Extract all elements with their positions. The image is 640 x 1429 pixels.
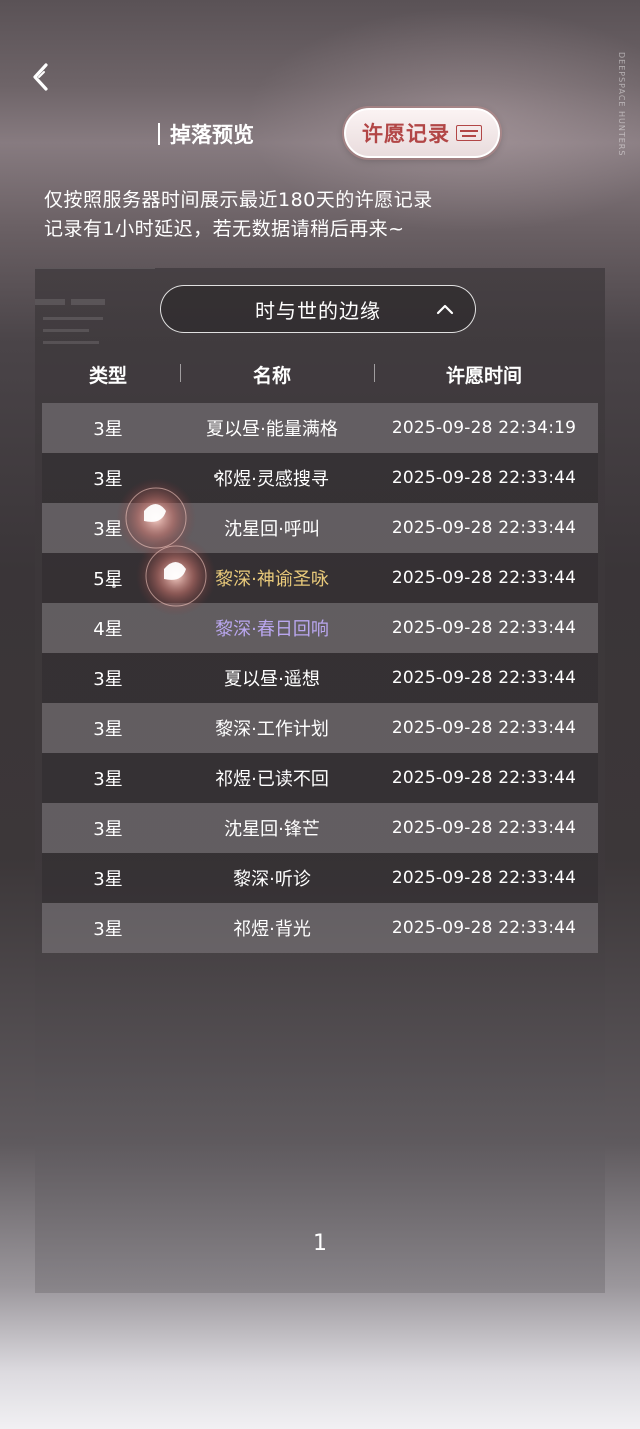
cell-type: 3星 <box>93 819 123 840</box>
cell-type: 5星 <box>93 569 123 590</box>
cell-time: 2025-09-28 22:33:44 <box>391 918 577 938</box>
pool-selector-value: 时与世的边缘 <box>255 298 381 323</box>
cell-name: 夏以昼·能量满格 <box>206 419 338 440</box>
cell-type: 3星 <box>93 919 123 940</box>
pagination-current[interactable]: 1 <box>300 1226 340 1262</box>
cell-type: 3星 <box>93 719 123 740</box>
notice-line-2: 记录有1小时延迟，若无数据请稍后再来~ <box>44 218 405 240</box>
cell-time: 2025-09-28 22:33:44 <box>391 518 577 538</box>
header-name: 名称 <box>252 364 291 387</box>
cell-type: 3星 <box>93 769 123 790</box>
chevron-up-icon <box>436 304 454 315</box>
pool-selector[interactable]: 时与世的边缘 <box>160 285 476 333</box>
header-type: 类型 <box>88 364 127 387</box>
table-header: 类型 名称 许愿时间 <box>42 352 598 396</box>
cell-time: 2025-09-28 22:33:44 <box>391 618 577 638</box>
cell-time: 2025-09-28 22:33:44 <box>391 668 577 688</box>
cell-type: 3星 <box>93 669 123 690</box>
cell-name: 黎深·听诊 <box>233 869 311 890</box>
cell-name: 沈星回·呼叫 <box>224 519 320 540</box>
cell-type: 4星 <box>93 619 123 640</box>
table-row[interactable]: 3星 黎深·工作计划 2025-09-28 22:33:44 <box>42 703 598 753</box>
cell-name: 祁煜·已读不回 <box>215 769 329 790</box>
table-row[interactable]: 4星 黎深·春日回响 2025-09-28 22:33:44 <box>42 603 598 653</box>
table-row[interactable]: 3星 沈星回·呼叫 2025-09-28 22:33:44 <box>42 503 598 553</box>
cell-time: 2025-09-28 22:33:44 <box>391 818 577 838</box>
tab-divider <box>158 123 160 145</box>
back-button[interactable] <box>26 60 56 94</box>
cell-time: 2025-09-28 22:33:44 <box>391 718 577 738</box>
stamp-icon <box>456 125 482 141</box>
cell-name: 祁煜·背光 <box>233 919 311 940</box>
cell-type: 3星 <box>93 869 123 890</box>
table-row[interactable]: 5星 黎深·神谕圣咏 2025-09-28 22:33:44 <box>42 553 598 603</box>
panel-decoration <box>35 268 155 358</box>
chevron-left-icon <box>33 63 48 91</box>
table-row[interactable]: 3星 沈星回·锋芒 2025-09-28 22:33:44 <box>42 803 598 853</box>
notice-text: 仅按照服务器时间展示最近180天的许愿记录 记录有1小时延迟，若无数据请稍后再来… <box>44 186 604 244</box>
tab-wish-record[interactable]: 许愿记录 <box>344 108 500 158</box>
header-time: 许愿时间 <box>445 364 522 387</box>
tab-drop-preview[interactable]: 掉落预览 <box>158 118 254 150</box>
cell-time: 2025-09-28 22:33:44 <box>391 768 577 788</box>
notice-line-1: 仅按照服务器时间展示最近180天的许愿记录 <box>44 189 433 211</box>
cell-type: 3星 <box>93 419 123 440</box>
cell-time: 2025-09-28 22:33:44 <box>391 568 577 588</box>
table-row[interactable]: 3星 祁煜·已读不回 2025-09-28 22:33:44 <box>42 753 598 803</box>
cell-name: 黎深·工作计划 <box>215 719 329 740</box>
cell-name: 祁煜·灵感搜寻 <box>215 469 329 490</box>
table-row[interactable]: 3星 祁煜·灵感搜寻 2025-09-28 22:33:44 <box>42 453 598 503</box>
cell-type: 3星 <box>93 519 123 540</box>
tab-wish-record-label: 许愿记录 <box>362 121 450 146</box>
cell-name: 黎深·神谕圣咏 <box>215 569 329 590</box>
table-row[interactable]: 3星 夏以昼·遥想 2025-09-28 22:33:44 <box>42 653 598 703</box>
table-row[interactable]: 3星 祁煜·背光 2025-09-28 22:33:44 <box>42 903 598 953</box>
table-row[interactable]: 3星 夏以昼·能量满格 2025-09-28 22:34:19 <box>42 403 598 453</box>
cell-time: 2025-09-28 22:34:19 <box>391 418 577 438</box>
tab-drop-preview-label: 掉落预览 <box>170 122 254 147</box>
cell-name: 沈星回·锋芒 <box>224 819 320 840</box>
tab-bar: 掉落预览 许愿记录 <box>0 108 640 160</box>
table-row[interactable]: 3星 黎深·听诊 2025-09-28 22:33:44 <box>42 853 598 903</box>
cell-name: 黎深·春日回响 <box>215 619 329 640</box>
cell-type: 3星 <box>93 469 123 490</box>
record-table: 3星 夏以昼·能量满格 2025-09-28 22:34:19 3星 祁煜·灵感… <box>42 403 598 953</box>
cell-time: 2025-09-28 22:33:44 <box>391 868 577 888</box>
cell-time: 2025-09-28 22:33:44 <box>391 468 577 488</box>
cell-name: 夏以昼·遥想 <box>224 669 320 690</box>
